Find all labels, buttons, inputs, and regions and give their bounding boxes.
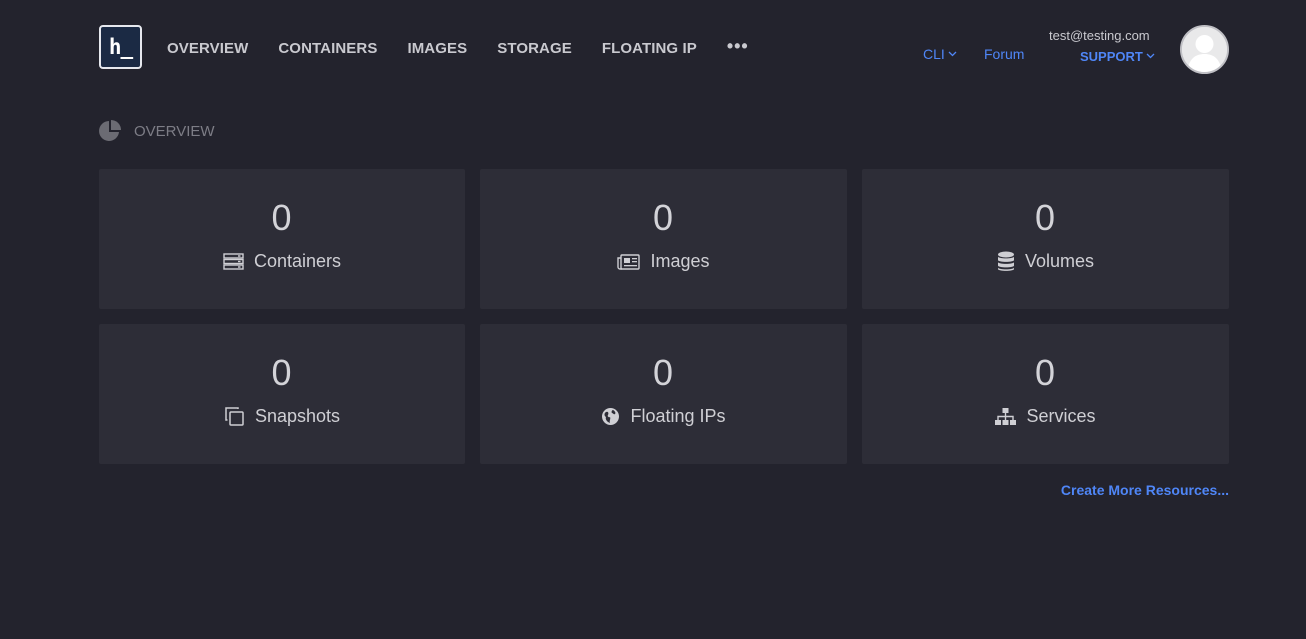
card-count: 0 [652, 197, 675, 238]
section-title-text: OVERVIEW [134, 122, 215, 140]
section-title: OVERVIEW [98, 119, 215, 143]
avatar[interactable] [1180, 25, 1229, 74]
card-snapshots[interactable]: 0 Snapshots [99, 324, 465, 464]
card-label-row: Snapshots [224, 406, 340, 427]
resource-grid: 0 Containers 0 Images 0 Volumes 0 Snapsh… [99, 169, 1229, 464]
card-label-row: Volumes [997, 251, 1094, 272]
card-label-row: Containers [223, 251, 341, 272]
card-floating-ips[interactable]: 0 Floating IPs [480, 324, 847, 464]
forum-link[interactable]: Forum [984, 46, 1024, 62]
card-label-row: Services [995, 406, 1096, 427]
main-nav: OVERVIEW CONTAINERS IMAGES STORAGE FLOAT… [167, 36, 779, 57]
card-label: Snapshots [254, 406, 341, 426]
create-more-resources-link[interactable]: Create More Resources... [1061, 482, 1229, 498]
sitemap-icon [995, 408, 1017, 425]
card-label: Services [1026, 406, 1096, 426]
pie-chart-icon [99, 120, 121, 141]
newspaper-icon [617, 253, 641, 270]
database-icon [997, 251, 1014, 271]
card-services[interactable]: 0 Services [862, 324, 1229, 464]
nav-storage[interactable]: STORAGE [497, 40, 572, 57]
card-label: Floating IPs [630, 406, 726, 426]
card-label-row: Floating IPs [601, 406, 726, 427]
support-label: SUPPORT [1080, 49, 1143, 64]
card-count: 0 [271, 352, 293, 393]
support-dropdown[interactable]: SUPPORT [1080, 49, 1155, 64]
nav-overview[interactable]: OVERVIEW [167, 40, 248, 57]
copy-icon [225, 407, 244, 426]
card-count: 0 [271, 197, 293, 238]
card-label: Images [650, 251, 710, 271]
card-count: 0 [652, 352, 675, 393]
card-count: 0 [1034, 197, 1057, 238]
card-images[interactable]: 0 Images [480, 169, 847, 309]
nav-more-icon[interactable]: ••• [727, 36, 749, 57]
card-count: 0 [1034, 352, 1057, 393]
nav-floating-ip[interactable]: FLOATING IP [602, 40, 697, 57]
cli-dropdown[interactable]: CLI [923, 46, 957, 62]
cli-label: CLI [923, 46, 945, 62]
user-silhouette-icon [1182, 27, 1227, 72]
card-volumes[interactable]: 0 Volumes [862, 169, 1229, 309]
nav-images[interactable]: IMAGES [407, 40, 467, 57]
chevron-down-icon [948, 51, 957, 57]
user-email: test@testing.com [1049, 28, 1150, 43]
card-containers[interactable]: 0 Containers [99, 169, 465, 309]
logo[interactable]: h_ [99, 25, 142, 69]
globe-icon [602, 408, 620, 425]
nav-containers[interactable]: CONTAINERS [278, 40, 377, 57]
server-icon [223, 253, 244, 270]
chevron-down-icon [1146, 53, 1155, 59]
card-label-row: Images [617, 251, 710, 272]
card-label: Volumes [1024, 251, 1095, 271]
card-label: Containers [253, 251, 342, 271]
